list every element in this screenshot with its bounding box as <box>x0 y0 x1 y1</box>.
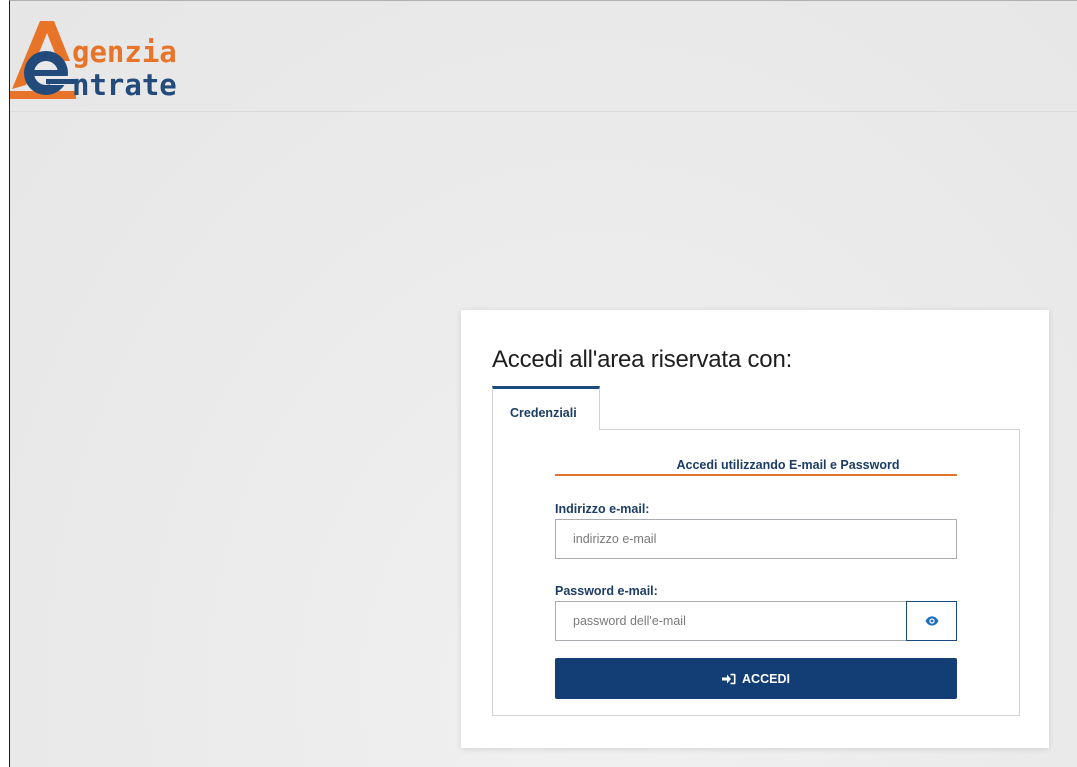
sign-in-icon <box>722 673 736 684</box>
tab-credenziali[interactable]: Credenziali <box>492 386 600 430</box>
login-title: Accedi all'area riservata con: <box>492 346 793 373</box>
logo-emblem-icon <box>10 21 76 99</box>
show-password-button[interactable] <box>906 601 957 641</box>
credentials-panel: Accedi utilizzando E-mail e Password Ind… <box>492 429 1020 716</box>
logo-text-line1: genzia <box>72 35 177 69</box>
accedi-button-label: ACCEDI <box>742 671 790 686</box>
site-header: genzia ntrate <box>10 1 1077 112</box>
agenzia-entrate-logo[interactable]: genzia ntrate <box>10 15 260 105</box>
screen: genzia ntrate Accedi all'area riservata … <box>0 0 1077 767</box>
password-input[interactable] <box>555 601 907 641</box>
login-card: Accedi all'area riservata con: Credenzia… <box>461 310 1049 748</box>
email-label: Indirizzo e-mail: <box>555 502 650 516</box>
eye-icon <box>925 616 938 626</box>
email-input[interactable] <box>555 519 957 559</box>
accedi-button[interactable]: ACCEDI <box>555 658 957 699</box>
tab-credenziali-label: Credenziali <box>510 406 577 420</box>
password-label: Password e-mail: <box>555 584 658 598</box>
form-heading: Accedi utilizzando E-mail e Password <box>555 446 957 476</box>
browser-viewport: genzia ntrate Accedi all'area riservata … <box>9 0 1077 767</box>
form-heading-text: Accedi utilizzando E-mail e Password <box>676 458 900 472</box>
logo-text-line2: ntrate <box>72 68 177 102</box>
